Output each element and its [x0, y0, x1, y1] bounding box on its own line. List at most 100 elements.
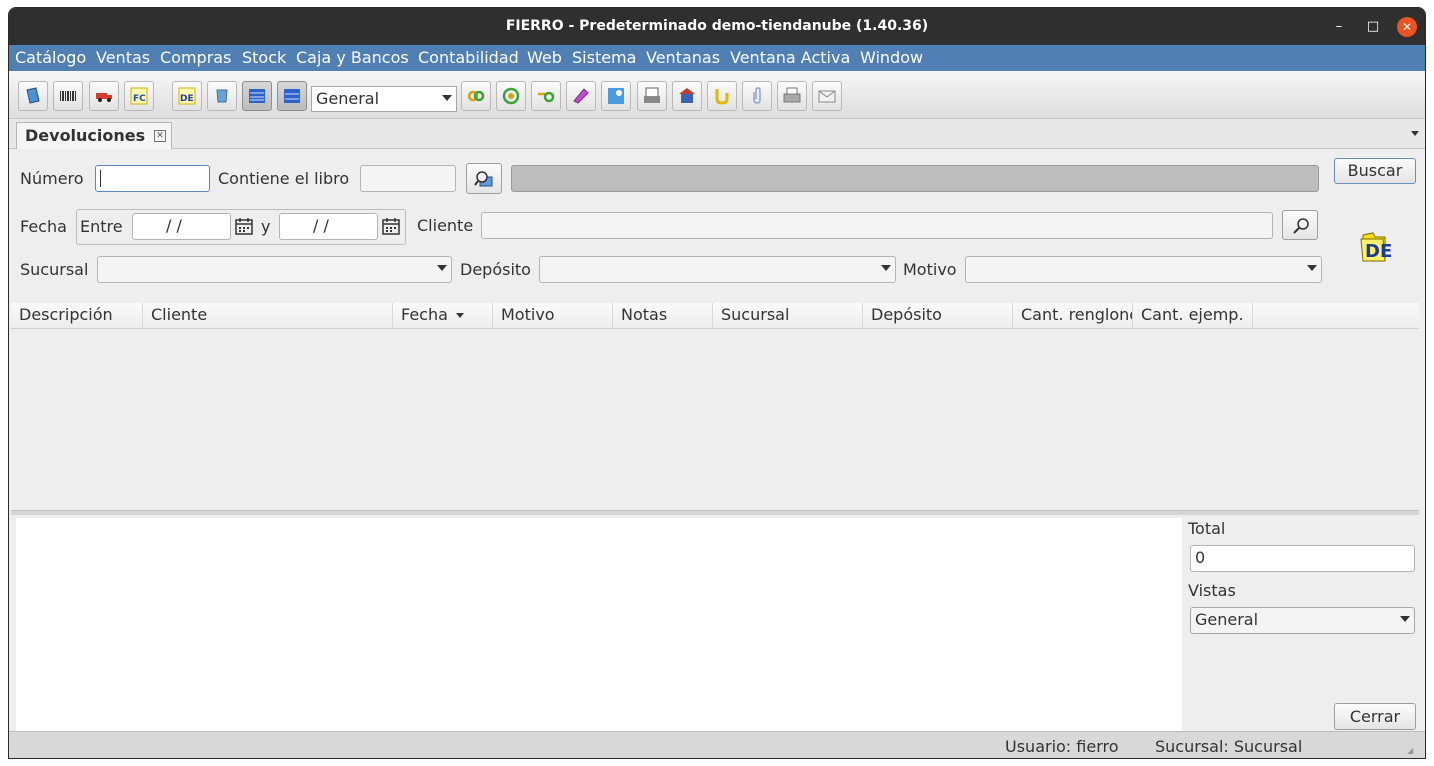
- paperclip-button[interactable]: [742, 81, 772, 111]
- calendar-icon[interactable]: [382, 217, 400, 235]
- book-button[interactable]: [18, 81, 48, 111]
- close-tab-icon[interactable]: ✕: [154, 130, 166, 142]
- column-header-sucursal[interactable]: Sucursal: [713, 303, 863, 329]
- link-button[interactable]: [461, 81, 491, 111]
- vistas-label: Vistas: [1188, 581, 1236, 600]
- menu-compras[interactable]: Compras: [160, 48, 231, 67]
- search-cliente-button[interactable]: [1282, 210, 1318, 240]
- search-image-button[interactable]: [601, 81, 631, 111]
- fecha-hasta-input[interactable]: / /: [279, 213, 378, 240]
- shield-icon: [216, 89, 228, 103]
- maximize-button[interactable]: □: [1363, 17, 1383, 37]
- status-bar: Usuario: fierro Sucursal: Sucursal ◢: [9, 731, 1425, 758]
- menu-stock[interactable]: Stock: [242, 48, 286, 67]
- eraser-button[interactable]: [566, 81, 596, 111]
- y-label: y: [261, 217, 271, 236]
- returns-button[interactable]: DE: [172, 81, 202, 111]
- store-icon: [679, 88, 695, 103]
- calendar-icon[interactable]: [235, 217, 253, 235]
- barcode-icon: [60, 91, 76, 101]
- sucursal-select[interactable]: [97, 256, 452, 283]
- resize-grip-icon[interactable]: ◢: [1407, 746, 1421, 756]
- cerrar-button[interactable]: Cerrar: [1334, 703, 1416, 730]
- contiene-libro-label: Contiene el libro: [218, 169, 350, 188]
- menu-ventas[interactable]: Ventas: [96, 48, 150, 67]
- vistas-select-value: General: [1195, 610, 1259, 629]
- close-window-button[interactable]: ✕: [1397, 17, 1417, 37]
- motivo-select[interactable]: [965, 256, 1322, 283]
- invoice-fc-button[interactable]: FC: [124, 81, 154, 111]
- view-select-value: General: [316, 89, 380, 108]
- minimize-button[interactable]: –: [1329, 17, 1349, 37]
- book-icon: [26, 87, 40, 104]
- connector-button[interactable]: [531, 81, 561, 111]
- truck-button[interactable]: [89, 81, 119, 111]
- printer-button[interactable]: [777, 81, 807, 111]
- menu-web[interactable]: Web: [527, 48, 562, 67]
- tab-devoluciones[interactable]: Devoluciones ✕: [16, 122, 172, 149]
- numero-input[interactable]: [95, 165, 210, 192]
- fecha-label: Fecha: [20, 217, 67, 236]
- column-header-notas[interactable]: Notas: [613, 303, 713, 329]
- menu-catalogo[interactable]: Catálogo: [15, 48, 86, 67]
- deposito-select[interactable]: [539, 256, 896, 283]
- barcode-button[interactable]: [53, 81, 83, 111]
- invoice-fc-icon: FC: [130, 87, 148, 105]
- menu-ventanas[interactable]: Ventanas: [646, 48, 720, 67]
- vistas-select[interactable]: General: [1190, 607, 1415, 634]
- menu-window[interactable]: Window: [860, 48, 923, 67]
- results-table-body[interactable]: [11, 329, 1419, 510]
- hook-icon: [715, 89, 729, 105]
- module-badge-text: DE: [1365, 241, 1393, 262]
- fecha-desde-input[interactable]: / /: [132, 213, 231, 240]
- total-value: 0: [1195, 548, 1206, 567]
- buscar-button[interactable]: Buscar: [1334, 158, 1416, 184]
- sucursal-label: Sucursal: [20, 260, 89, 279]
- svg-text:FC: FC: [133, 94, 146, 104]
- menu-sistema[interactable]: Sistema: [572, 48, 636, 67]
- shield-button[interactable]: [207, 81, 237, 111]
- column-header-cliente[interactable]: Cliente: [143, 303, 393, 329]
- tab-strip: Devoluciones ✕: [9, 119, 1425, 149]
- column-header-deposito[interactable]: Depósito: [863, 303, 1013, 329]
- magnifier-book-icon: [474, 171, 493, 187]
- split-pane-divider[interactable]: [11, 510, 1419, 515]
- status-sucursal: Sucursal: Sucursal: [1155, 737, 1303, 756]
- tab-devoluciones-label: Devoluciones: [25, 126, 146, 145]
- menu-ventana-activa[interactable]: Ventana Activa: [730, 48, 850, 67]
- results-table-header: Descripción Cliente Fecha Motivo Notas S…: [11, 303, 1419, 329]
- menu-caja-y-bancos[interactable]: Caja y Bancos: [296, 48, 409, 67]
- list-view-alt-button[interactable]: [277, 81, 307, 111]
- store-button[interactable]: [672, 81, 702, 111]
- deposito-label: Depósito: [460, 260, 531, 279]
- search-book-button[interactable]: [466, 163, 502, 194]
- total-label: Total: [1188, 519, 1226, 538]
- hook-button[interactable]: [707, 81, 737, 111]
- app-window: FIERRO - Predeterminado demo-tiendanube …: [8, 7, 1426, 759]
- entre-label: Entre: [80, 217, 123, 236]
- print-preview-button[interactable]: [637, 81, 667, 111]
- chevron-down-icon: [1400, 616, 1410, 622]
- search-image-icon: [608, 88, 624, 104]
- list-view-icon: [249, 89, 265, 103]
- list-view-button[interactable]: [242, 81, 272, 111]
- sort-desc-icon: [455, 313, 464, 318]
- tab-list-chevron-icon[interactable]: [1411, 131, 1419, 136]
- mail-button[interactable]: [812, 81, 842, 111]
- column-header-descripcion[interactable]: Descripción: [11, 303, 143, 329]
- view-select[interactable]: General: [311, 86, 457, 112]
- libro-code-input[interactable]: [360, 165, 456, 192]
- total-field[interactable]: 0: [1190, 545, 1415, 572]
- target-button[interactable]: [496, 81, 526, 111]
- toolbar: FC DE General: [9, 71, 1425, 119]
- column-header-fecha[interactable]: Fecha: [393, 303, 493, 329]
- cliente-label: Cliente: [417, 216, 474, 235]
- column-header-cant-ejemp[interactable]: Cant. ejemp.: [1133, 303, 1253, 329]
- menu-contabilidad[interactable]: Contabilidad: [418, 48, 519, 67]
- window-title: FIERRO - Predeterminado demo-tiendanube …: [505, 18, 929, 34]
- search-icon: [1293, 218, 1309, 234]
- column-header-cant-renglones[interactable]: Cant. renglones: [1013, 303, 1133, 329]
- link-icon: [467, 90, 485, 102]
- column-header-motivo[interactable]: Motivo: [493, 303, 613, 329]
- cliente-input[interactable]: [481, 212, 1273, 239]
